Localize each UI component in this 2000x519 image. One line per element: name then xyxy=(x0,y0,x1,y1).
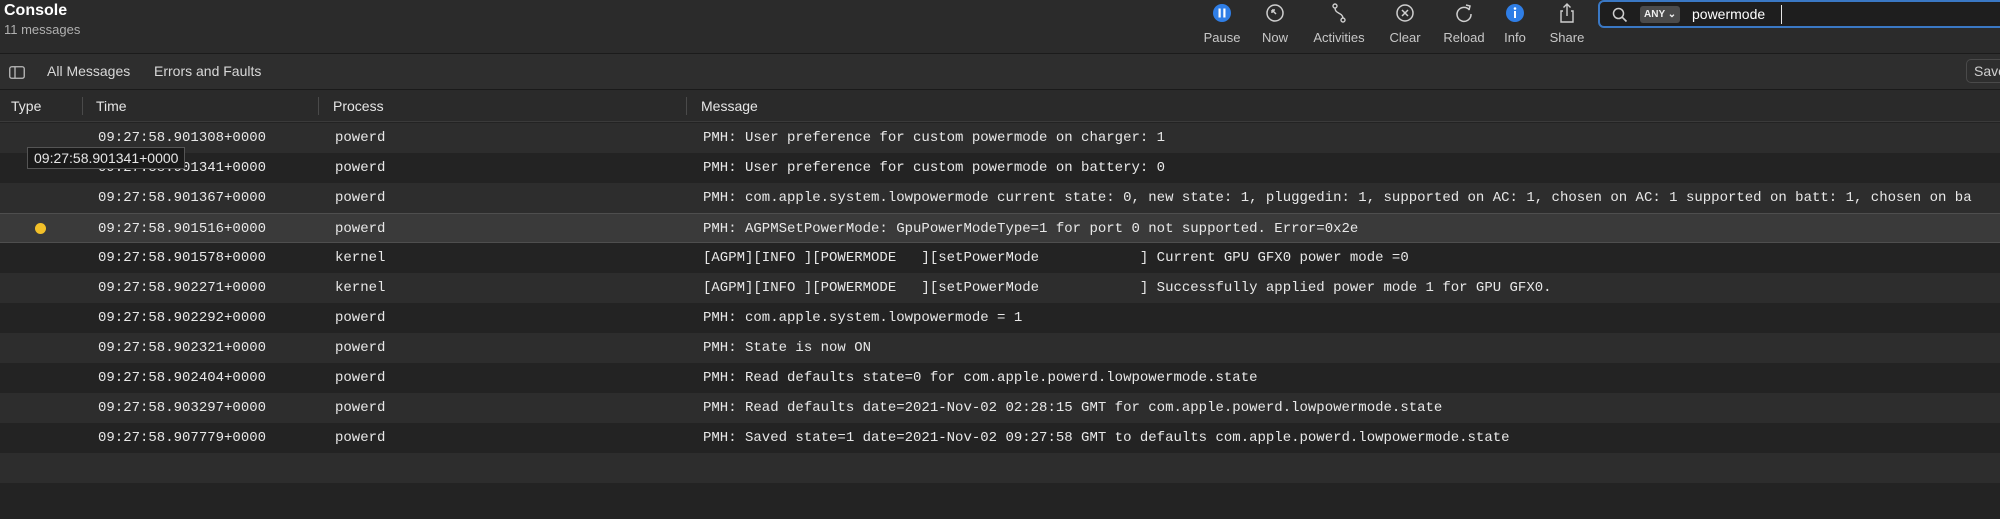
table-row[interactable]: 09:27:58.903297+0000 powerd PMH: Read de… xyxy=(0,393,2000,423)
row-process: powerd xyxy=(335,190,386,206)
search-term[interactable]: powermode xyxy=(1692,6,1765,22)
log-table: 09:27:58.901308+0000 powerd PMH: User pr… xyxy=(0,123,2000,519)
column-header: Type Time Process Message xyxy=(0,89,2000,122)
row-time: 09:27:58.901308+0000 xyxy=(98,130,267,146)
row-time: 09:27:58.902271+0000 xyxy=(98,280,267,296)
row-process: kernel xyxy=(335,280,386,296)
row-time: 09:27:58.901367+0000 xyxy=(98,190,267,206)
share-button[interactable]: Share xyxy=(1537,2,1597,45)
row-time: 09:27:58.907779+0000 xyxy=(98,430,267,446)
table-row[interactable]: 09:27:58.901308+0000 powerd PMH: User pr… xyxy=(0,123,2000,153)
column-time[interactable]: Time xyxy=(96,98,127,114)
row-message: PMH: AGPMSetPowerMode: GpuPowerModeType=… xyxy=(703,221,1359,237)
tab-errors-and-faults[interactable]: Errors and Faults xyxy=(154,63,261,79)
row-process: kernel xyxy=(335,250,386,266)
search-scope-label: ANY xyxy=(1644,9,1665,20)
info-button[interactable]: Info xyxy=(1485,2,1545,45)
row-message: PMH: com.apple.system.lowpowermode curre… xyxy=(703,190,1972,206)
search-icon xyxy=(1612,7,1628,23)
table-row[interactable]: 09:27:58.902271+0000 kernel [AGPM][INFO … xyxy=(0,273,2000,303)
activities-icon xyxy=(1332,3,1346,23)
clear-label: Clear xyxy=(1389,30,1421,45)
pause-icon xyxy=(1213,4,1231,22)
now-label: Now xyxy=(1261,30,1288,45)
row-time: 09:27:58.902292+0000 xyxy=(98,310,267,326)
column-process[interactable]: Process xyxy=(333,98,384,114)
row-message: PMH: Saved state=1 date=2021-Nov-02 09:2… xyxy=(703,430,1510,446)
activities-button[interactable]: Activities xyxy=(1309,2,1369,45)
column-divider[interactable] xyxy=(318,97,319,115)
row-message: [AGPM][INFO ][POWERMODE ][setPowerMode ]… xyxy=(703,280,1552,296)
row-process: powerd xyxy=(335,340,386,356)
now-button[interactable]: Now xyxy=(1245,2,1305,45)
table-row[interactable]: 09:27:58.901367+0000 powerd PMH: com.app… xyxy=(0,183,2000,213)
message-count: 11 messages xyxy=(4,22,81,37)
row-process: powerd xyxy=(335,400,386,416)
save-button[interactable]: Save xyxy=(1966,59,2000,83)
chevron-down-icon: ⌄ xyxy=(1667,9,1677,20)
activities-label: Activities xyxy=(1313,30,1365,45)
reload-icon xyxy=(1456,4,1472,23)
search-scope-dropdown[interactable]: ANY ⌄ xyxy=(1640,6,1681,23)
sidebar-toggle-icon[interactable] xyxy=(9,66,25,79)
empty-row xyxy=(0,453,2000,483)
app-title: Console xyxy=(4,2,68,19)
row-time: 09:27:58.902321+0000 xyxy=(98,340,267,356)
time-tooltip: 09:27:58.901341+0000 xyxy=(27,147,186,169)
row-message: PMH: com.apple.system.lowpowermode = 1 xyxy=(703,310,1023,326)
row-message: PMH: Read defaults date=2021-Nov-02 02:2… xyxy=(703,400,1443,416)
row-message: PMH: User preference for custom powermod… xyxy=(703,130,1166,146)
tab-all-messages[interactable]: All Messages xyxy=(47,63,130,79)
row-time: 09:27:58.903297+0000 xyxy=(98,400,267,416)
row-process: powerd xyxy=(335,310,386,326)
table-row[interactable]: 09:27:58.902404+0000 powerd PMH: Read de… xyxy=(0,363,2000,393)
clear-button[interactable]: Clear xyxy=(1375,2,1435,45)
row-process: powerd xyxy=(335,221,386,237)
column-message[interactable]: Message xyxy=(701,98,758,114)
row-message: [AGPM][INFO ][POWERMODE ][setPowerMode ]… xyxy=(703,250,1409,266)
column-divider[interactable] xyxy=(82,97,83,115)
row-message: PMH: State is now ON xyxy=(703,340,872,356)
pause-label: Pause xyxy=(1203,30,1241,45)
row-message: PMH: Read defaults state=0 for com.apple… xyxy=(703,370,1258,386)
table-row-selected[interactable]: 09:27:58.901516+0000 powerd PMH: AGPMSet… xyxy=(0,213,2000,243)
info-label: Info xyxy=(1504,30,1526,45)
share-label: Share xyxy=(1549,30,1585,45)
row-time: 09:27:58.901516+0000 xyxy=(98,221,267,237)
table-row[interactable]: 09:27:58.901578+0000 kernel [AGPM][INFO … xyxy=(0,243,2000,273)
table-row[interactable]: 09:27:58.902292+0000 powerd PMH: com.app… xyxy=(0,303,2000,333)
row-process: powerd xyxy=(335,430,386,446)
row-message: PMH: User preference for custom powermod… xyxy=(703,160,1166,176)
table-row[interactable]: 09:27:58.902321+0000 powerd PMH: State i… xyxy=(0,333,2000,363)
empty-row xyxy=(0,483,2000,513)
share-icon xyxy=(1560,3,1574,23)
row-time: 09:27:58.901578+0000 xyxy=(98,250,267,266)
clear-icon xyxy=(1396,4,1414,22)
row-process: powerd xyxy=(335,130,386,146)
row-process: powerd xyxy=(335,160,386,176)
text-caret xyxy=(1781,5,1782,24)
table-row[interactable]: 09:27:58.901341+0000 powerd PMH: User pr… xyxy=(0,153,2000,183)
clock-arrow-icon xyxy=(1266,4,1284,22)
search-field[interactable]: ANY ⌄ powermode xyxy=(1598,0,2000,28)
pause-button[interactable]: Pause xyxy=(1192,2,1252,45)
info-icon xyxy=(1506,4,1524,22)
row-process: powerd xyxy=(335,370,386,386)
row-time: 09:27:58.902404+0000 xyxy=(98,370,267,386)
column-type[interactable]: Type xyxy=(11,98,41,114)
toolbar: Console 11 messages Pause Now Activities… xyxy=(0,0,2000,53)
error-dot-icon xyxy=(35,223,46,234)
column-divider[interactable] xyxy=(686,97,687,115)
filter-bar: All Messages Errors and Faults Save xyxy=(0,53,2000,89)
table-row[interactable]: 09:27:58.907779+0000 powerd PMH: Saved s… xyxy=(0,423,2000,453)
